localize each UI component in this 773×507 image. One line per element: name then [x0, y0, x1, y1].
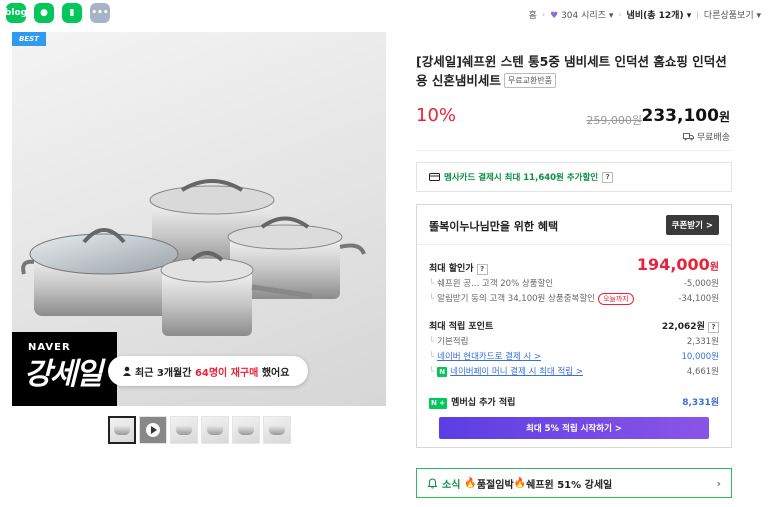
npay-icon: N: [437, 367, 448, 377]
thumbnail[interactable]: [170, 416, 198, 444]
thumbnail[interactable]: [232, 416, 260, 444]
divider: |: [696, 10, 699, 19]
fire-icon: 🔥: [513, 477, 527, 489]
point-row: └ N 네이버페이 머니 결제 시 최대 적립 > 4,661원: [429, 367, 719, 377]
bookmark-icon[interactable]: ▮: [62, 3, 82, 23]
benefit-title: 똘복이누나님만을 위한 혜택: [429, 220, 559, 233]
thumbnail[interactable]: [263, 416, 291, 444]
point-row: └ 기본적립 2,331원: [429, 337, 719, 347]
point-row: └ 네이버 현대카드로 결제 시 > 10,000원: [429, 352, 719, 362]
start-membership-button[interactable]: 최대 5% 적립 시작하기 >: [439, 417, 709, 439]
product-title: [강세일]쉐프윈 스텐 통5중 냄비세트 인덕션 홈쇼핑 인덕션용 신혼냄비세트…: [416, 54, 727, 88]
app-icons: blog ● ▮ •••: [5, 3, 110, 23]
npay-money-link[interactable]: 네이버페이 머니 결제 시 최대 적립 >: [450, 367, 583, 377]
truck-icon: [682, 132, 694, 140]
original-price: 259,000원: [586, 114, 642, 127]
play-icon: [146, 423, 160, 437]
other-products-link[interactable]: 다른상품보기 ▾: [704, 8, 761, 21]
sale-price: 233,100원: [641, 106, 730, 126]
fire-icon: 🔥: [464, 477, 477, 489]
membership-row: N + 멤버십 추가 적립 8,331원: [429, 397, 719, 409]
thumbnail[interactable]: [108, 416, 136, 444]
top-bar: blog ● ▮ ••• 홈 › ♥ 304 시리즈 ▾ › 냄비(총 12개)…: [0, 0, 773, 30]
card-promo[interactable]: 멤사카드 결제시 최대 11,640원 추가할인 ?: [416, 162, 732, 192]
repurchase-notice: 최근 3개월간 64명이 재구매 했어요: [108, 356, 308, 386]
max-discount-price: 194,000원: [636, 255, 719, 274]
discount-rate: 10%: [416, 105, 457, 126]
chevron-right-icon: ›: [541, 10, 546, 19]
product-image[interactable]: BEST NAVER 강세일 최근 3개월간 64명이 재구매 했어요: [12, 32, 386, 406]
benefit-box: 똘복이누나님만을 위한 혜택 쿠폰받기 > 최대 할인가 ? 194,000원 …: [416, 204, 732, 448]
product-info: [강세일]쉐프윈 스텐 통5중 냄비세트 인덕션 홈쇼핑 인덕션용 신혼냄비세트…: [416, 52, 732, 448]
help-icon[interactable]: ?: [476, 263, 488, 275]
breadcrumb: 홈 › ♥ 304 시리즈 ▾ › 냄비(총 12개) ▾ | 다른상품보기 ▾: [529, 8, 761, 21]
naver-sale-banner: NAVER 강세일: [12, 332, 117, 406]
discount-row: └ 쉐프윈 공... 고객 20% 상품할인 -5,000원: [429, 279, 719, 289]
talk-icon[interactable]: ●: [34, 3, 54, 23]
points-row: 최대 적립 포인트 22,062원 ?: [429, 319, 719, 333]
news-banner[interactable]: 소식 🔥 품절임박 🔥 쉐프윈 51% 강세일 ›: [416, 468, 732, 498]
help-icon[interactable]: ?: [708, 321, 719, 333]
coupon-button[interactable]: 쿠폰받기 >: [665, 215, 719, 235]
free-return-badge: 무료교환반품: [503, 73, 557, 88]
thumbnail[interactable]: [201, 416, 229, 444]
best-badge: BEST: [12, 32, 46, 46]
breadcrumb-home[interactable]: 홈: [529, 8, 537, 21]
naver-plus-icon: N +: [429, 397, 448, 409]
breadcrumb-category[interactable]: 냄비(총 12개) ▾: [627, 8, 692, 21]
thumbnail-strip: [108, 416, 291, 444]
news-label: 소식: [442, 479, 461, 491]
banner-sale-text: 강세일: [24, 357, 103, 392]
bell-icon: [427, 477, 438, 488]
blog-icon[interactable]: blog: [5, 3, 27, 23]
more-icon[interactable]: •••: [90, 3, 110, 23]
discount-row: └ 알림받기 동의 고객 34,100원 상품중복할인 오늘까지 -34,100원: [429, 293, 719, 305]
person-icon: [123, 366, 131, 376]
hyundai-card-link[interactable]: 네이버 현대카드로 결제 시 >: [437, 352, 541, 362]
price-row: 10% 259,000원 233,100원: [416, 104, 732, 128]
help-icon[interactable]: ?: [602, 171, 614, 183]
breadcrumb-series[interactable]: ♥ 304 시리즈 ▾: [550, 8, 613, 21]
today-only-tag: 오늘까지: [597, 293, 634, 305]
chevron-right-icon: ›: [716, 477, 721, 490]
benefit-header: 똘복이누나님만을 위한 혜택 쿠폰받기 >: [417, 205, 731, 245]
heart-icon: ♥: [550, 11, 559, 21]
card-icon: [429, 173, 440, 181]
banner-naver-text: NAVER: [28, 342, 71, 353]
divider: [416, 150, 732, 151]
chevron-right-icon: ›: [618, 10, 622, 19]
video-thumbnail[interactable]: [139, 416, 167, 444]
shipping-info: 무료배송: [682, 130, 730, 143]
